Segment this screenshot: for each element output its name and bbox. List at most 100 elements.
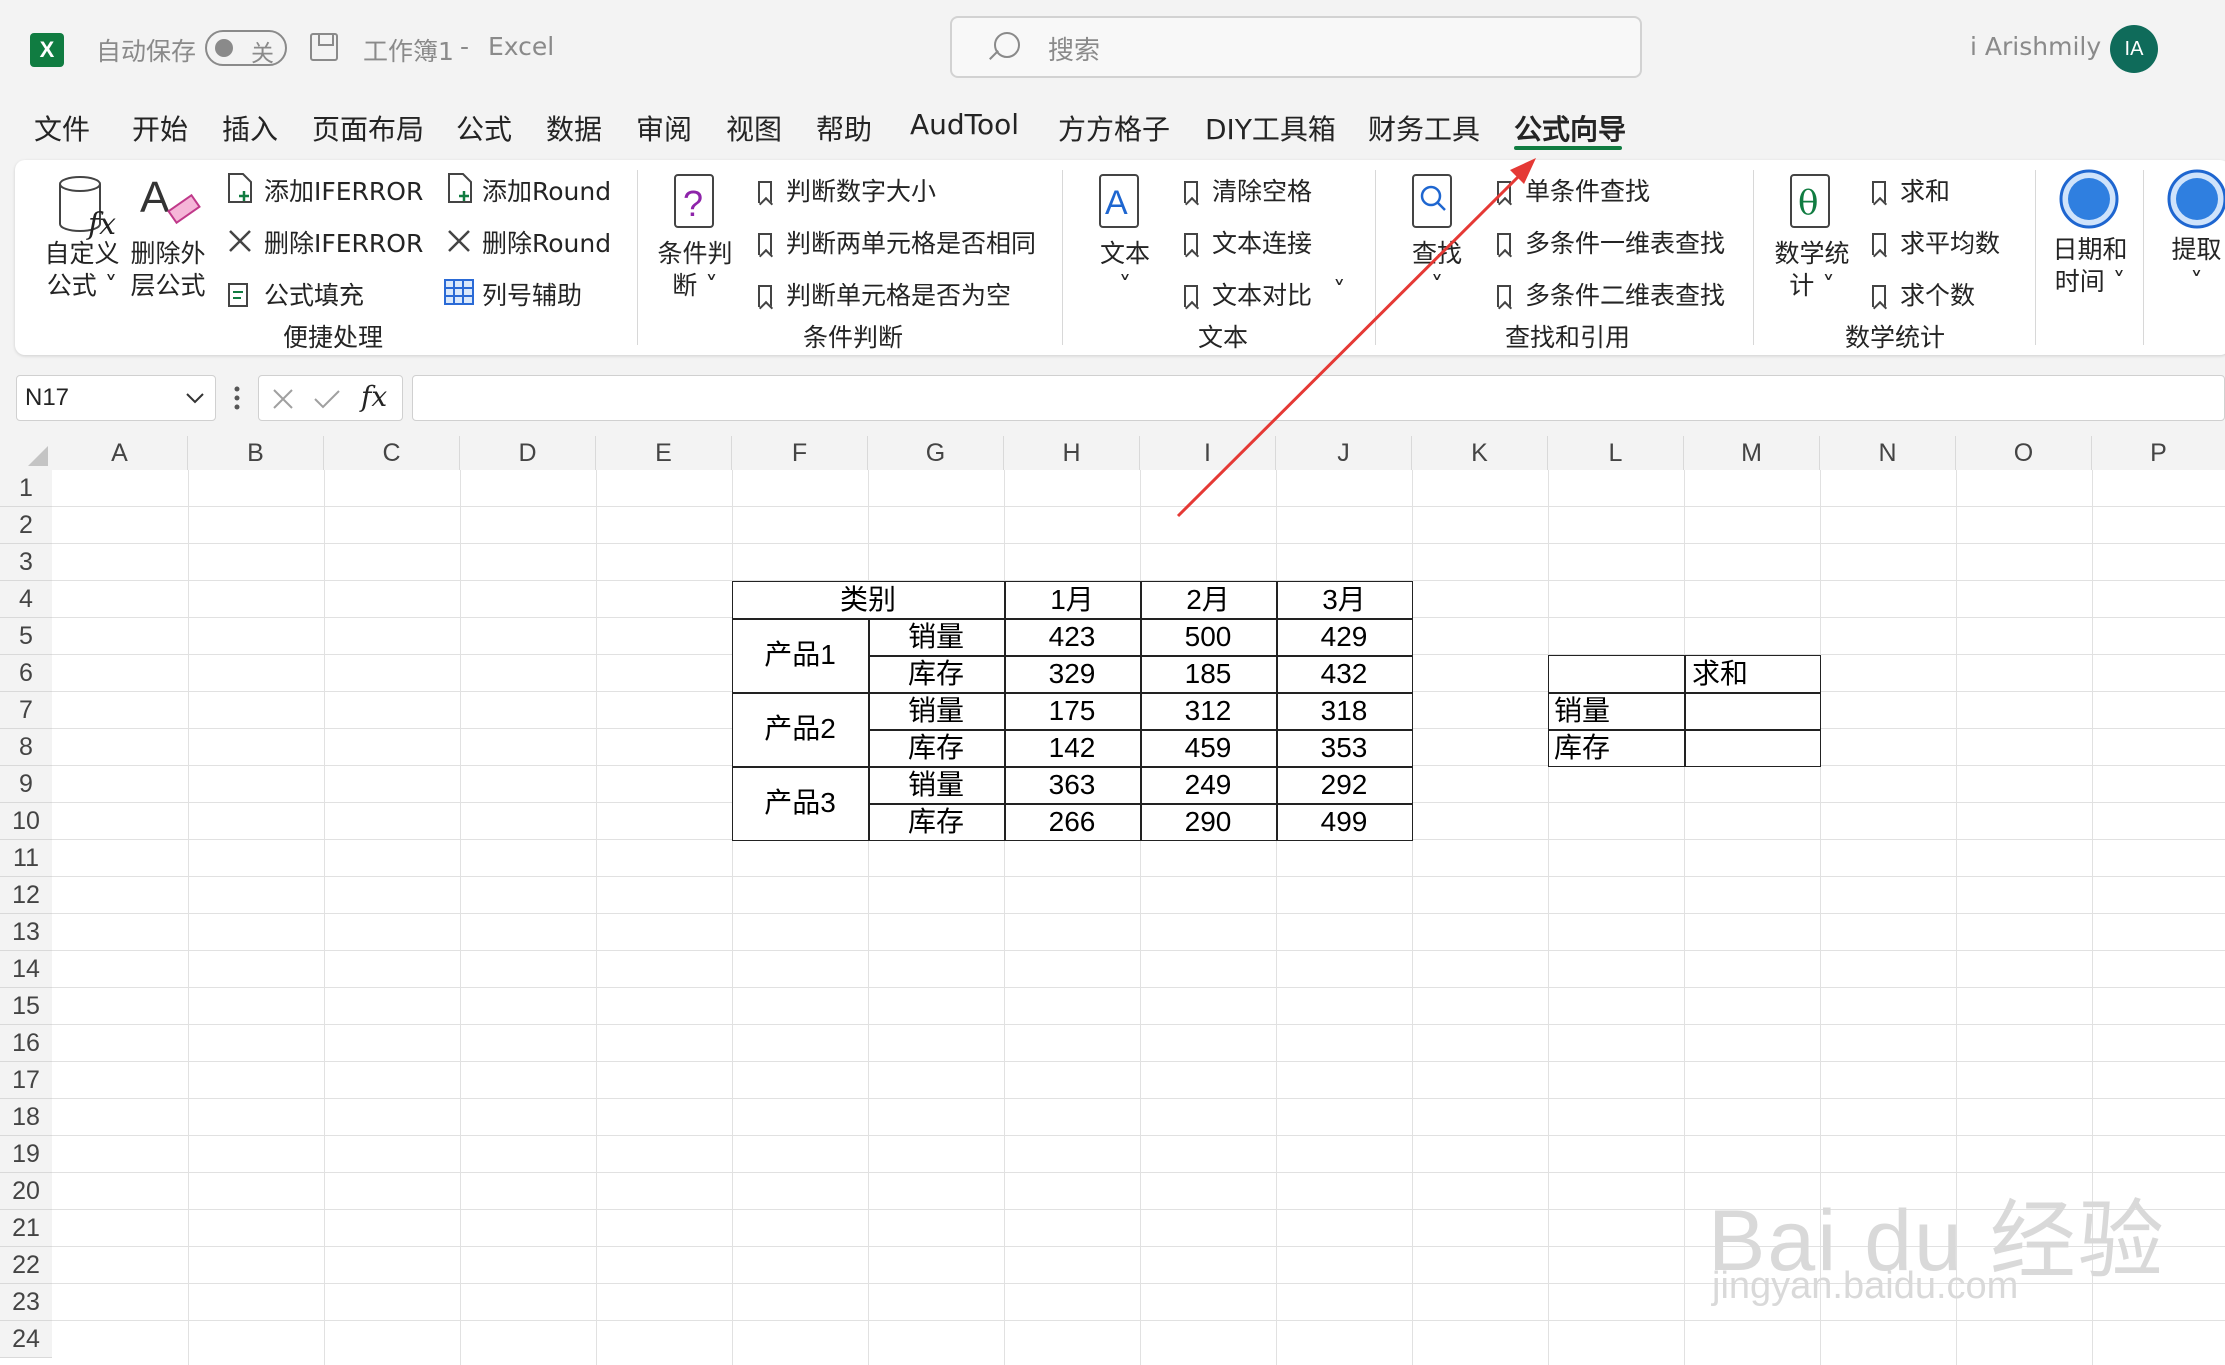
row-header[interactable]: 3 bbox=[0, 544, 52, 581]
judge-number-size[interactable]: 判断数字大小 bbox=[758, 172, 936, 208]
chevron-down-icon[interactable] bbox=[185, 391, 205, 405]
table-cell[interactable]: 142 bbox=[1004, 729, 1140, 766]
tab-page-layout[interactable]: 页面布局 bbox=[312, 108, 424, 148]
count-item[interactable]: 求个数 bbox=[1872, 276, 1975, 312]
row-header[interactable]: 6 bbox=[0, 655, 52, 692]
row-header[interactable]: 4 bbox=[0, 581, 52, 618]
tab-insert[interactable]: 插入 bbox=[222, 108, 278, 148]
date-time-button[interactable]: 日期和 时间 ˅ bbox=[2047, 234, 2133, 298]
table-cell[interactable]: 175 bbox=[1004, 692, 1140, 729]
table-cell[interactable]: 266 bbox=[1004, 803, 1140, 840]
table-cell[interactable]: 429 bbox=[1276, 618, 1412, 655]
row-header[interactable]: 5 bbox=[0, 618, 52, 655]
table-cell[interactable]: 353 bbox=[1276, 729, 1412, 766]
column-header[interactable]: A bbox=[52, 436, 188, 470]
row-header[interactable]: 20 bbox=[0, 1173, 52, 1210]
tab-data[interactable]: 数据 bbox=[546, 108, 602, 148]
row-header[interactable]: 13 bbox=[0, 914, 52, 951]
column-header[interactable]: D bbox=[460, 436, 596, 470]
tab-fangfang[interactable]: 方方格子 bbox=[1058, 108, 1170, 148]
row-type[interactable]: 库存 bbox=[868, 655, 1004, 692]
table-cell[interactable]: 459 bbox=[1140, 729, 1276, 766]
row-header[interactable]: 18 bbox=[0, 1099, 52, 1136]
delete-iferror-button[interactable]: 删除IFERROR bbox=[264, 224, 423, 260]
row-header[interactable]: 7 bbox=[0, 692, 52, 729]
enter-check-icon[interactable] bbox=[313, 387, 341, 411]
column-header[interactable]: H bbox=[1004, 436, 1140, 470]
row-header[interactable]: 24 bbox=[0, 1321, 52, 1358]
table-cell[interactable]: 312 bbox=[1140, 692, 1276, 729]
column-header[interactable]: C bbox=[324, 436, 460, 470]
column-header[interactable]: E bbox=[596, 436, 732, 470]
save-icon[interactable] bbox=[310, 33, 338, 61]
average-item[interactable]: 求平均数 bbox=[1872, 224, 2000, 260]
summary-header-sum[interactable]: 求和 bbox=[1684, 655, 1820, 692]
tab-review[interactable]: 审阅 bbox=[636, 108, 692, 148]
cancel-icon[interactable] bbox=[271, 387, 295, 411]
column-header[interactable]: L bbox=[1548, 436, 1684, 470]
table-cell[interactable]: 249 bbox=[1140, 766, 1276, 803]
judge-cell-empty[interactable]: 判断单元格是否为空 bbox=[758, 276, 1011, 312]
table-cell[interactable]: 318 bbox=[1276, 692, 1412, 729]
row-header[interactable]: 8 bbox=[0, 729, 52, 766]
avatar[interactable]: IA bbox=[2110, 25, 2158, 73]
row-header[interactable]: 1 bbox=[0, 470, 52, 507]
row-header[interactable]: 22 bbox=[0, 1247, 52, 1284]
tab-formulas[interactable]: 公式 bbox=[456, 108, 512, 148]
summary-row-sales[interactable]: 销量 bbox=[1548, 692, 1684, 729]
delete-round-button[interactable]: 删除Round bbox=[482, 224, 611, 260]
row-header[interactable]: 17 bbox=[0, 1062, 52, 1099]
row-header[interactable]: 2 bbox=[0, 507, 52, 544]
column-header[interactable]: G bbox=[868, 436, 1004, 470]
tab-help[interactable]: 帮助 bbox=[816, 108, 872, 148]
row-type[interactable]: 库存 bbox=[868, 729, 1004, 766]
math-stats-button[interactable]: 数学统 计 ˅ bbox=[1772, 238, 1852, 302]
product-label[interactable]: 产品2 bbox=[732, 692, 868, 766]
table-cell[interactable]: 499 bbox=[1276, 803, 1412, 840]
column-header[interactable]: M bbox=[1684, 436, 1820, 470]
column-header[interactable]: O bbox=[1956, 436, 2092, 470]
insert-function-icon[interactable]: fx bbox=[361, 380, 387, 413]
row-type[interactable]: 库存 bbox=[868, 803, 1004, 840]
table-cell[interactable]: 185 bbox=[1140, 655, 1276, 692]
column-header[interactable]: B bbox=[188, 436, 324, 470]
table-cell[interactable]: 423 bbox=[1004, 618, 1140, 655]
tab-view[interactable]: 视图 bbox=[726, 108, 782, 148]
row-header[interactable]: 14 bbox=[0, 951, 52, 988]
table-header-month[interactable]: 3月 bbox=[1276, 581, 1412, 618]
column-header[interactable]: F bbox=[732, 436, 868, 470]
row-header[interactable]: 9 bbox=[0, 766, 52, 803]
remove-outer-formula-button[interactable]: 删除外 层公式 bbox=[128, 238, 208, 302]
judge-cells-equal[interactable]: 判断两单元格是否相同 bbox=[758, 224, 1036, 260]
product-label[interactable]: 产品3 bbox=[732, 766, 868, 840]
row-header[interactable]: 16 bbox=[0, 1025, 52, 1062]
row-header[interactable]: 15 bbox=[0, 988, 52, 1025]
table-cell[interactable]: 363 bbox=[1004, 766, 1140, 803]
row-header[interactable]: 10 bbox=[0, 803, 52, 840]
tab-diy-toolbox[interactable]: DIY工具箱 bbox=[1205, 108, 1336, 148]
sum-item[interactable]: 求和 bbox=[1872, 172, 1950, 208]
tab-file[interactable]: 文件 bbox=[34, 108, 90, 148]
row-header[interactable]: 11 bbox=[0, 840, 52, 877]
select-all-corner[interactable] bbox=[0, 436, 52, 470]
add-iferror-button[interactable]: 添加IFERROR bbox=[264, 172, 423, 208]
row-header[interactable]: 12 bbox=[0, 877, 52, 914]
tab-finance-tools[interactable]: 财务工具 bbox=[1368, 108, 1480, 148]
add-round-button[interactable]: 添加Round bbox=[482, 172, 611, 208]
column-header[interactable]: P bbox=[2092, 436, 2225, 470]
search-box[interactable]: 搜索 bbox=[950, 16, 1642, 78]
condition-judge-button[interactable]: 条件判 断 ˅ bbox=[655, 238, 735, 302]
row-header[interactable]: 19 bbox=[0, 1136, 52, 1173]
table-cell[interactable]: 329 bbox=[1004, 655, 1140, 692]
more-options-icon[interactable] bbox=[232, 384, 242, 412]
name-box[interactable]: N17 bbox=[16, 375, 216, 421]
tab-audtool[interactable]: AudTool bbox=[910, 108, 1019, 141]
text-button[interactable]: 文本 ˅ bbox=[1085, 238, 1165, 302]
product-label[interactable]: 产品1 bbox=[732, 618, 868, 692]
column-helper-button[interactable]: 列号辅助 bbox=[482, 276, 582, 312]
tab-formula-wizard[interactable]: 公式向导 bbox=[1514, 108, 1626, 148]
table-header-category[interactable]: 类别 bbox=[732, 581, 1004, 618]
summary-row-stock[interactable]: 库存 bbox=[1548, 729, 1684, 766]
row-type[interactable]: 销量 bbox=[868, 766, 1004, 803]
row-header[interactable]: 23 bbox=[0, 1284, 52, 1321]
